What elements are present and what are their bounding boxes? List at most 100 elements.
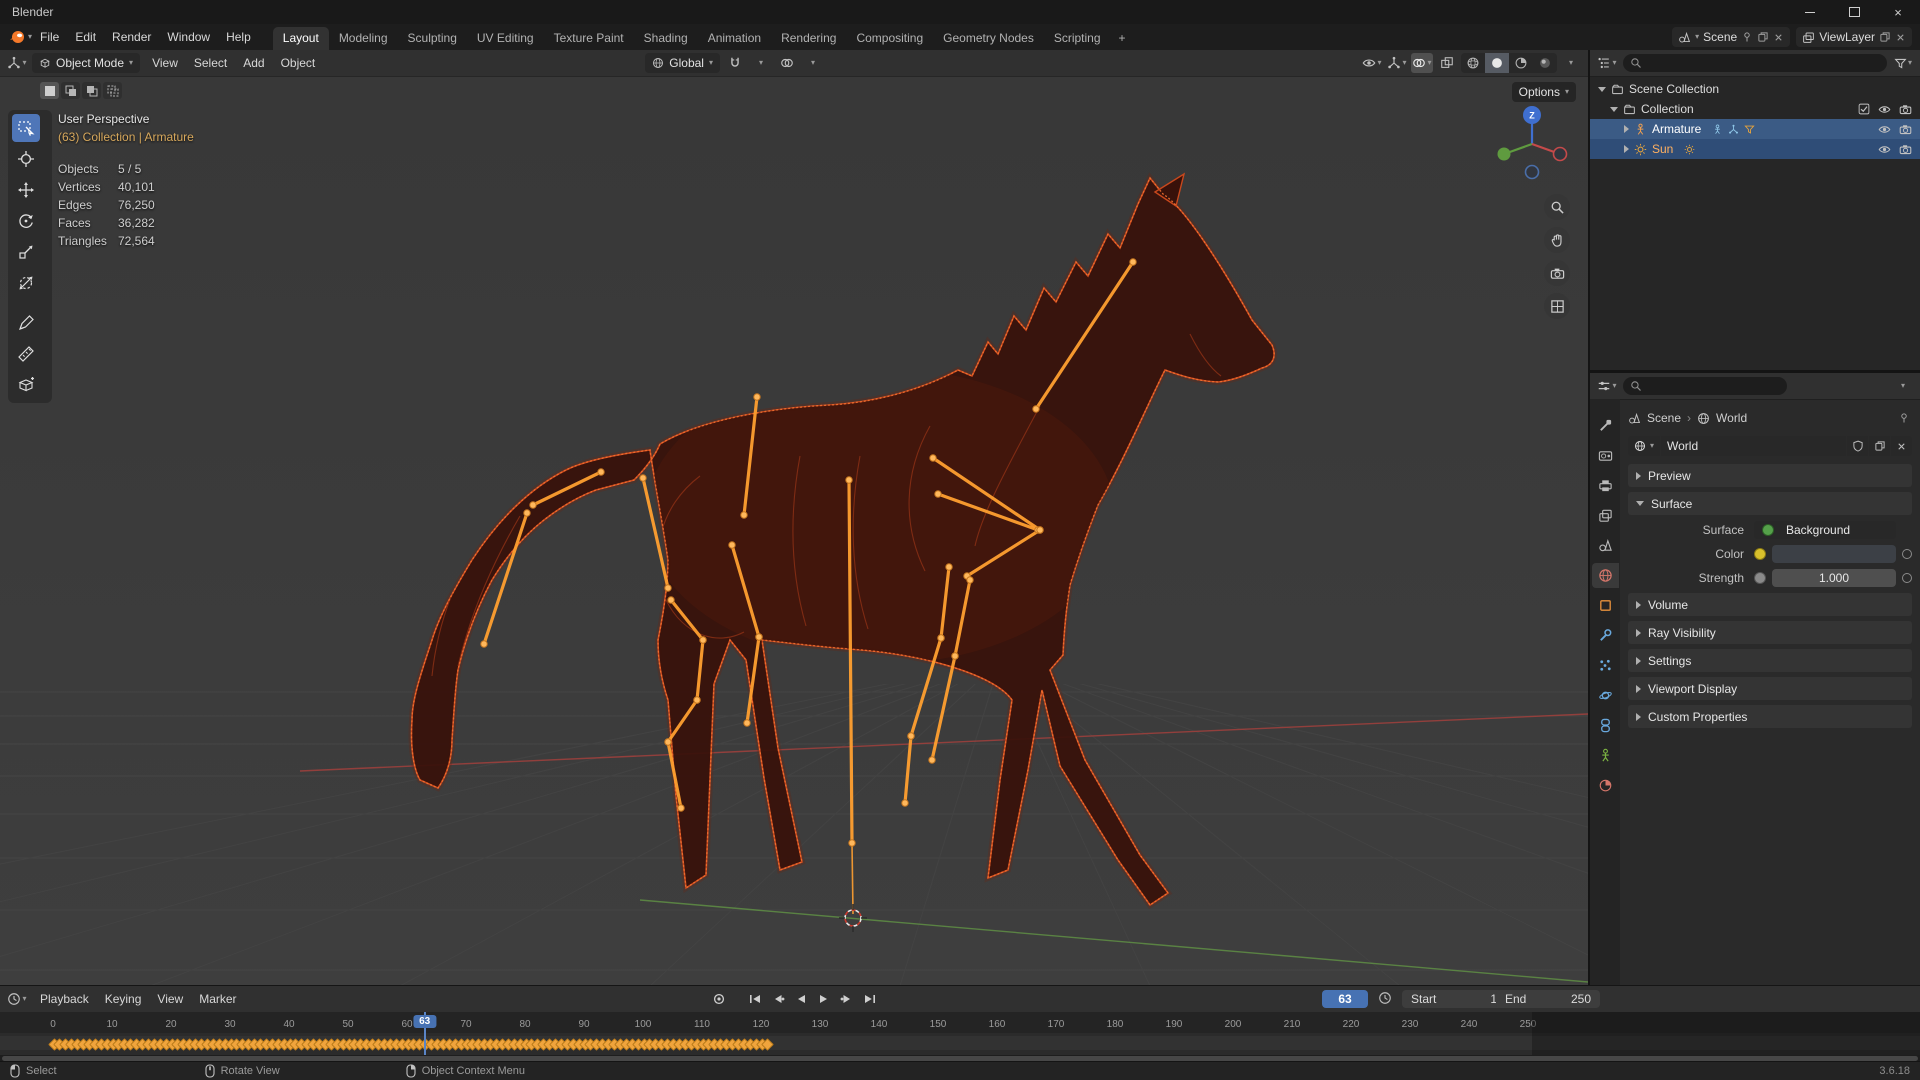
workspace-tab-rendering[interactable]: Rendering <box>771 27 846 50</box>
workspace-tab-sculpting[interactable]: Sculpting <box>398 27 467 50</box>
close-button[interactable]: × <box>1876 0 1920 24</box>
tool-move[interactable] <box>12 176 40 204</box>
color-socket-icon[interactable] <box>1754 548 1766 560</box>
collection-checkbox-icon[interactable] <box>1858 103 1870 115</box>
properties-editor-type-button[interactable]: ▾ <box>1596 376 1618 396</box>
prop-tab-modifiers[interactable] <box>1592 623 1619 648</box>
breadcrumb-world-label[interactable]: World <box>1716 411 1747 425</box>
add-workspace-button[interactable]: + <box>1111 27 1134 50</box>
prev-keyframe-button[interactable] <box>767 990 788 1008</box>
viewport-menu-add[interactable]: Add <box>235 53 272 73</box>
timeline-menu-view[interactable]: View <box>149 989 191 1009</box>
workspace-tab-modeling[interactable]: Modeling <box>329 27 398 50</box>
hide-in-viewport-icon[interactable] <box>1878 143 1891 156</box>
outliner-editor-type-button[interactable]: ▾ <box>1596 53 1618 73</box>
breadcrumb-options-icon[interactable] <box>1898 412 1910 424</box>
prop-tab-material[interactable] <box>1592 773 1619 798</box>
jump-to-end-button[interactable] <box>859 990 880 1008</box>
browse-world-button[interactable]: ▾ <box>1628 436 1661 456</box>
workspace-tab-scripting[interactable]: Scripting <box>1044 27 1111 50</box>
animate-strength-dot[interactable] <box>1902 573 1912 583</box>
tool-add-primitive[interactable] <box>12 371 40 399</box>
viewport-menu-object[interactable]: Object <box>273 53 324 73</box>
proportional-falloff-dropdown[interactable]: ▾ <box>802 53 824 73</box>
minimize-button[interactable] <box>1788 0 1832 24</box>
animate-color-dot[interactable] <box>1902 549 1912 559</box>
workspace-tab-geometry-nodes[interactable]: Geometry Nodes <box>933 27 1044 50</box>
auto-keying-toggle[interactable] <box>708 990 729 1008</box>
timeline-menu-playback[interactable]: Playback <box>32 989 97 1009</box>
tool-annotate[interactable] <box>12 309 40 337</box>
outliner-row-armature[interactable]: Armature <box>1590 119 1920 139</box>
workspace-tab-layout[interactable]: Layout <box>272 27 329 50</box>
workspace-tab-uv-editing[interactable]: UV Editing <box>467 27 544 50</box>
breadcrumb-scene-label[interactable]: Scene <box>1647 411 1681 425</box>
orientation-dropdown[interactable]: Global ▾ <box>645 53 720 73</box>
prop-tab-object[interactable] <box>1592 593 1619 618</box>
shading-solid-button[interactable] <box>1485 53 1509 73</box>
prop-tab-physics[interactable] <box>1592 683 1619 708</box>
prop-tab-view-layer[interactable] <box>1592 503 1619 528</box>
timeline-editor-type-button[interactable]: ▾ <box>6 989 28 1009</box>
jump-to-start-button[interactable] <box>744 990 765 1008</box>
hide-in-viewport-icon[interactable] <box>1878 103 1891 116</box>
blender-logo[interactable] <box>8 28 26 46</box>
gizmos-dropdown[interactable]: ▾ <box>1386 53 1408 73</box>
disable-in-render-icon[interactable] <box>1899 103 1912 116</box>
properties-search-input[interactable] <box>1623 377 1787 395</box>
disable-in-render-icon[interactable] <box>1899 143 1912 156</box>
tool-transform[interactable] <box>12 269 40 297</box>
strength-value-field[interactable]: 1.000 <box>1772 569 1896 587</box>
outliner-row-collection[interactable]: Collection <box>1590 99 1920 119</box>
tool-select-box[interactable] <box>12 114 40 142</box>
tool-cursor[interactable] <box>12 145 40 173</box>
tool-rotate[interactable] <box>12 207 40 235</box>
unlink-world-button[interactable] <box>1891 436 1912 456</box>
hide-in-viewport-icon[interactable] <box>1878 123 1891 136</box>
prop-tab-world[interactable] <box>1591 563 1619 588</box>
outliner-row-sun[interactable]: Sun <box>1590 139 1920 159</box>
workspace-tab-compositing[interactable]: Compositing <box>846 27 933 50</box>
new-world-copy-button[interactable] <box>1869 436 1890 456</box>
prop-tab-particles[interactable] <box>1592 653 1619 678</box>
orthographic-toggle-icon[interactable] <box>1544 293 1570 319</box>
workspace-tab-texture-paint[interactable]: Texture Paint <box>544 27 634 50</box>
remove-viewlayer-icon[interactable] <box>1895 32 1906 43</box>
play-button[interactable] <box>813 990 834 1008</box>
current-frame-field[interactable]: 63 <box>1322 990 1368 1008</box>
proportional-editing-toggle[interactable] <box>776 53 798 73</box>
strength-socket-icon[interactable] <box>1754 572 1766 584</box>
panel-volume[interactable]: Volume <box>1628 593 1912 616</box>
play-reverse-button[interactable] <box>790 990 811 1008</box>
expand-icon[interactable] <box>1624 125 1629 133</box>
viewlayer-selector[interactable]: ViewLayer <box>1796 27 1912 47</box>
menu-window[interactable]: Window <box>159 27 218 47</box>
next-keyframe-button[interactable] <box>836 990 857 1008</box>
panel-preview[interactable]: Preview <box>1628 464 1912 487</box>
zoom-icon[interactable] <box>1544 194 1570 220</box>
workspace-tab-animation[interactable]: Animation <box>698 27 771 50</box>
shading-wireframe-button[interactable] <box>1461 53 1485 73</box>
viewport-menu-view[interactable]: View <box>144 53 186 73</box>
prop-tab-tool[interactable] <box>1592 413 1619 438</box>
mode-dropdown[interactable]: Object Mode ▾ <box>32 53 141 73</box>
prop-tab-render[interactable] <box>1592 443 1619 468</box>
shading-dropdown[interactable]: ▾ <box>1560 53 1582 73</box>
tool-measure[interactable] <box>12 340 40 368</box>
options-button[interactable]: Options ▾ <box>1511 82 1576 102</box>
select-mode-intersect[interactable] <box>103 82 122 99</box>
tool-scale[interactable] <box>12 238 40 266</box>
select-mode-extend[interactable] <box>61 82 80 99</box>
menu-render[interactable]: Render <box>104 27 159 47</box>
editor-type-button[interactable]: ▾ <box>6 53 28 73</box>
prop-tab-scene[interactable] <box>1592 533 1619 558</box>
panel-custom-properties[interactable]: Custom Properties <box>1628 705 1912 728</box>
overlays-dropdown[interactable]: ▾ <box>1411 53 1433 73</box>
expand-icon[interactable] <box>1598 86 1606 92</box>
panel-surface[interactable]: Surface <box>1628 492 1912 515</box>
snap-toggle[interactable] <box>724 53 746 73</box>
panel-viewport-display[interactable]: Viewport Display <box>1628 677 1912 700</box>
camera-view-icon[interactable] <box>1544 260 1570 286</box>
workspace-tab-shading[interactable]: Shading <box>634 27 698 50</box>
properties-options-caret-icon[interactable]: ▾ <box>1892 376 1914 396</box>
